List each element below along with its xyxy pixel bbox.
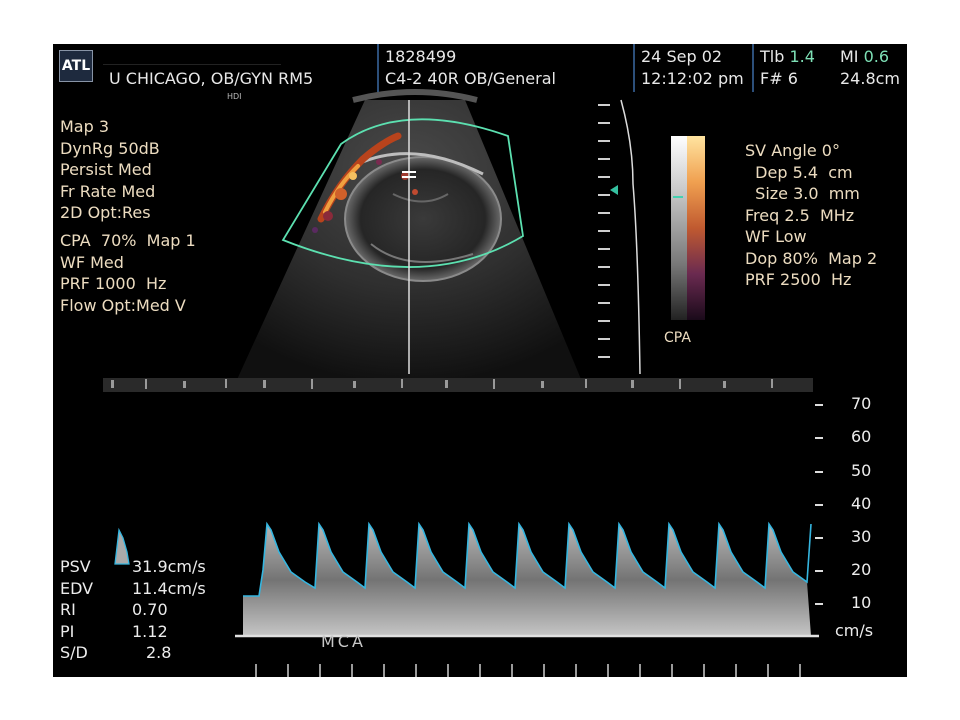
scale-label: 50 (851, 461, 872, 480)
velocity-unit: cm/s (835, 621, 874, 640)
time-tick (639, 664, 641, 677)
depth-tick (598, 140, 610, 142)
time-tick (607, 664, 609, 677)
spectral-fragment (114, 527, 130, 565)
depth-tick (598, 212, 610, 214)
scale-label: 40 (851, 494, 872, 513)
color-map-bar (687, 136, 705, 320)
time-tick (319, 664, 321, 677)
right-param-doppler: SV Angle 0° Dep 5.4 cm Size 3.0 mm Freq … (745, 141, 878, 289)
scale-label: 70 (851, 394, 872, 413)
time-tick (767, 664, 769, 677)
depth-tick (598, 122, 610, 124)
depth-tick (598, 230, 610, 232)
depth-tick (598, 266, 610, 268)
scale-tick (815, 437, 823, 439)
left-param-2d: Map 3 DynRg 50dB Persist Med Fr Rate Med… (60, 117, 160, 222)
time-tick (351, 664, 353, 677)
scale-tick (815, 504, 823, 506)
focus-marker (610, 185, 618, 195)
time-tick (447, 664, 449, 677)
scale-label: 20 (851, 560, 872, 579)
depth-tick (598, 158, 610, 160)
scale-tick (815, 570, 823, 572)
scale-tick (815, 404, 823, 406)
time-tick (415, 664, 417, 677)
time-tick (255, 664, 257, 677)
depth-tick (598, 320, 610, 322)
cpa-bar-label: CPA (664, 330, 691, 346)
time-tick (511, 664, 513, 677)
grayscale-map-bar (671, 136, 687, 320)
time-tick (735, 664, 737, 677)
scale-label: 10 (851, 593, 872, 612)
depth-tick (598, 356, 610, 358)
depth-tick (598, 284, 610, 286)
scale-tick (815, 537, 823, 539)
depth-tick (598, 248, 610, 250)
time-tick (543, 664, 545, 677)
depth-tick (598, 302, 610, 304)
baseline-marker (673, 196, 683, 198)
scale-label: 30 (851, 527, 872, 546)
left-param-cpa: CPA 70% Map 1 WF Med PRF 1000 Hz Flow Op… (60, 231, 196, 315)
time-tick (671, 664, 673, 677)
scale-label: 60 (851, 427, 872, 446)
time-tick (575, 664, 577, 677)
vessel-label: MCA (321, 632, 366, 651)
time-tick (383, 664, 385, 677)
ultrasound-screen: ATL U CHICAGO, OB/GYN RM5 1828499 C4-2 4… (53, 44, 907, 677)
depth-curve (620, 99, 641, 375)
depth-tick (598, 338, 610, 340)
depth-tick (598, 194, 610, 196)
time-tick (479, 664, 481, 677)
time-tick (703, 664, 705, 677)
time-tick (799, 664, 801, 677)
scale-tick (815, 603, 823, 605)
depth-tick (598, 176, 610, 178)
scale-tick (815, 471, 823, 473)
time-tick (287, 664, 289, 677)
spectral-doppler (103, 378, 819, 638)
depth-tick (598, 104, 610, 106)
